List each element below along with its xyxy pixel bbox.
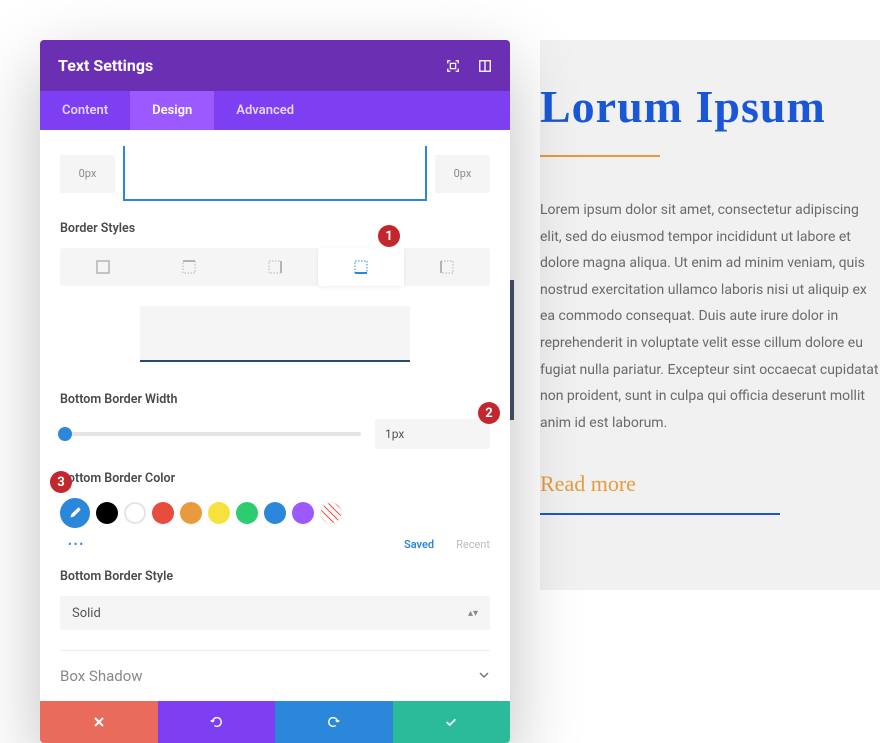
slider-thumb[interactable]: [58, 427, 72, 441]
expand-icon[interactable]: [446, 59, 460, 73]
border-color-label: Bottom Border Color: [60, 471, 490, 486]
swatch-yellow[interactable]: [208, 502, 230, 524]
box-shadow-accordion[interactable]: Box Shadow: [60, 650, 490, 685]
border-width-input[interactable]: 1px: [375, 419, 490, 449]
callout-2: 2: [478, 402, 500, 424]
border-width-label: Bottom Border Width: [60, 392, 490, 407]
panel-footer: [40, 701, 510, 743]
border-style-label: Bottom Border Style: [60, 569, 490, 584]
border-width-slider[interactable]: [60, 432, 361, 436]
tab-design[interactable]: Design: [130, 91, 214, 130]
read-more-link[interactable]: Read more: [540, 471, 780, 515]
spacing-preview: [123, 146, 427, 201]
preview-body: Lorem ipsum dolor sit amet, consectetur …: [540, 197, 880, 436]
border-style-bottom[interactable]: [318, 248, 404, 286]
swatch-red[interactable]: [152, 502, 174, 524]
panel-title: Text Settings: [58, 56, 153, 75]
spacing-left-input[interactable]: 0px: [60, 155, 115, 193]
saved-colors-tab[interactable]: Saved: [404, 538, 434, 551]
recent-colors-tab[interactable]: Recent: [456, 538, 490, 551]
border-style-left[interactable]: [404, 248, 490, 286]
swatch-blue[interactable]: [264, 502, 286, 524]
select-caret-icon: ▴▾: [468, 608, 478, 619]
border-style-select[interactable]: Solid ▴▾: [60, 596, 490, 630]
tab-advanced[interactable]: Advanced: [214, 91, 316, 130]
discard-button[interactable]: [40, 701, 158, 743]
swatch-green[interactable]: [236, 502, 258, 524]
swatch-black[interactable]: [96, 502, 118, 524]
border-style-right[interactable]: [232, 248, 318, 286]
color-history-row: ••• Saved Recent: [60, 538, 490, 551]
border-style-all[interactable]: [60, 248, 146, 286]
more-colors-icon[interactable]: •••: [68, 538, 85, 551]
save-button[interactable]: [393, 701, 511, 743]
swatch-white[interactable]: [124, 502, 146, 524]
color-picker-button[interactable]: [60, 498, 90, 528]
panel-header: Text Settings Content Design Advanced: [40, 40, 510, 130]
border-style-options: [60, 248, 490, 286]
swatch-none[interactable]: [320, 502, 342, 524]
redo-button[interactable]: [275, 701, 393, 743]
panel-body: 0px 0px Border Styles Bottom Border Widt…: [40, 130, 510, 701]
snap-icon[interactable]: [478, 59, 492, 73]
swatch-orange[interactable]: [180, 502, 202, 524]
border-style-value: Solid: [72, 606, 101, 621]
preview-scroll-indicator: [510, 280, 514, 420]
undo-button[interactable]: [158, 701, 276, 743]
box-shadow-label: Box Shadow: [60, 667, 143, 685]
tab-content[interactable]: Content: [40, 91, 130, 130]
color-swatches: [60, 498, 490, 528]
spacing-right-input[interactable]: 0px: [435, 155, 490, 193]
spacing-controls: 0px 0px: [60, 146, 490, 201]
chevron-down-icon: [478, 667, 490, 685]
border-preview: [140, 306, 410, 362]
border-styles-label: Border Styles: [60, 221, 490, 236]
border-style-top[interactable]: [146, 248, 232, 286]
content-preview: Lorum Ipsum Lorem ipsum dolor sit amet, …: [540, 40, 880, 590]
swatch-purple[interactable]: [292, 502, 314, 524]
preview-heading: Lorum Ipsum: [540, 80, 880, 133]
panel-tabs: Content Design Advanced: [40, 91, 510, 130]
text-settings-panel: Text Settings Content Design Advanced 0p…: [40, 40, 510, 743]
callout-1: 1: [378, 225, 400, 247]
heading-divider: [540, 155, 660, 157]
callout-3: 3: [50, 471, 72, 493]
